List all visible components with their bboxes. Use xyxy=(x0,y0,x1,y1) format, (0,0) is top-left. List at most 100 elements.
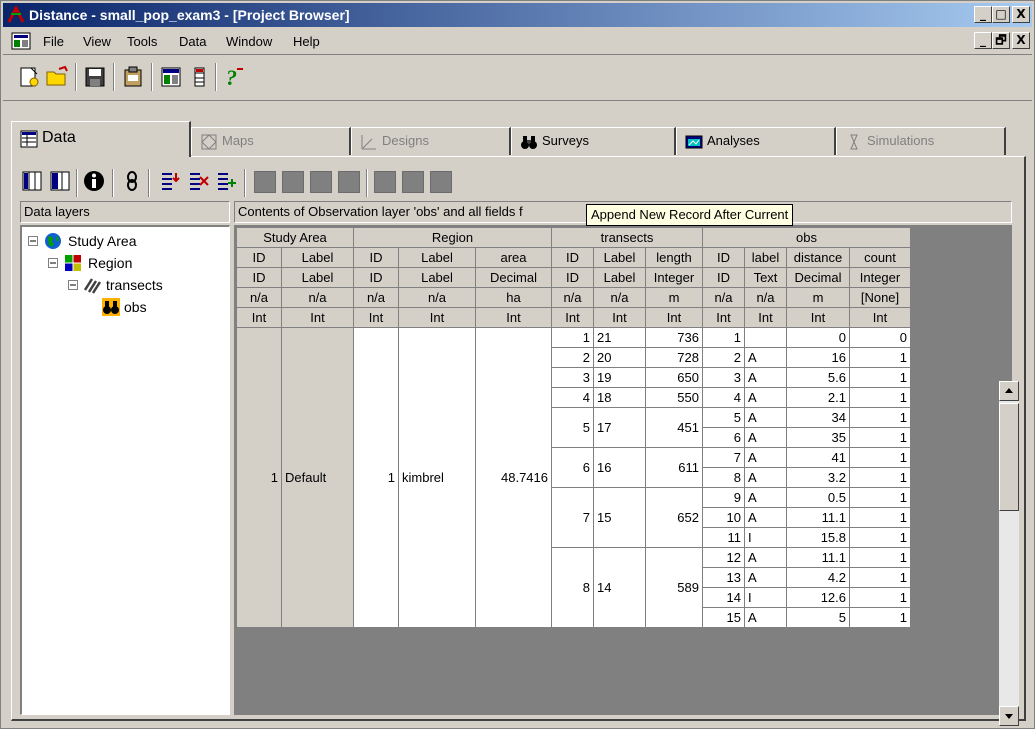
transect-length-cell[interactable]: 451 xyxy=(645,407,703,448)
obs-count-cell[interactable]: 1 xyxy=(849,487,911,508)
transect-label-cell[interactable]: 21 xyxy=(593,327,646,348)
region-area-cell[interactable]: 48.7416 xyxy=(475,327,552,628)
units-header[interactable]: m xyxy=(786,287,850,308)
obs-label-cell[interactable]: I xyxy=(744,587,787,608)
group-header[interactable]: Study Area xyxy=(236,227,354,248)
obs-label-cell[interactable]: A xyxy=(744,507,787,528)
units-header[interactable]: n/a xyxy=(398,287,476,308)
disabled-tool-button[interactable] xyxy=(310,171,332,193)
transect-label-cell[interactable]: 19 xyxy=(593,367,646,388)
field-type-header[interactable]: ID xyxy=(353,267,399,288)
menu-file[interactable]: File xyxy=(43,34,64,49)
transect-id-cell[interactable]: 6 xyxy=(551,447,594,488)
disabled-tool-button[interactable] xyxy=(282,171,304,193)
obs-id-cell[interactable]: 5 xyxy=(702,407,745,428)
units-header[interactable]: n/a xyxy=(702,287,745,308)
doc-restore-button[interactable]: 🗗 xyxy=(992,32,1010,49)
obs-id-cell[interactable]: 9 xyxy=(702,487,745,508)
field-name-header[interactable]: area xyxy=(475,247,552,268)
view-single-column-icon[interactable] xyxy=(20,169,44,193)
transect-label-cell[interactable]: 20 xyxy=(593,347,646,368)
units-header[interactable]: ha xyxy=(475,287,552,308)
transect-label-cell[interactable]: 14 xyxy=(593,547,646,628)
obs-count-cell[interactable]: 0 xyxy=(849,327,911,348)
transect-id-cell[interactable]: 2 xyxy=(551,347,594,368)
document-icon[interactable] xyxy=(11,32,31,50)
transect-length-cell[interactable]: 550 xyxy=(645,387,703,408)
field-type-header[interactable]: Integer xyxy=(849,267,911,288)
format-header[interactable]: Int xyxy=(849,307,911,328)
obs-id-cell[interactable]: 11 xyxy=(702,527,745,548)
obs-id-cell[interactable]: 10 xyxy=(702,507,745,528)
format-header[interactable]: Int xyxy=(475,307,552,328)
tab-data[interactable]: Data xyxy=(11,121,191,157)
obs-count-cell[interactable]: 1 xyxy=(849,367,911,388)
obs-label-cell[interactable]: A xyxy=(744,487,787,508)
field-name-header[interactable]: distance xyxy=(786,247,850,268)
field-name-header[interactable]: count xyxy=(849,247,911,268)
field-type-header[interactable]: Text xyxy=(744,267,787,288)
info-icon[interactable] xyxy=(82,169,106,193)
study-area-label-cell[interactable]: Default xyxy=(281,327,354,628)
field-type-header[interactable]: Decimal xyxy=(786,267,850,288)
field-name-header[interactable]: label xyxy=(744,247,787,268)
obs-id-cell[interactable]: 1 xyxy=(702,327,745,348)
field-type-header[interactable]: Integer xyxy=(645,267,703,288)
obs-label-cell[interactable]: I xyxy=(744,527,787,548)
tab-surveys[interactable]: Surveys xyxy=(511,127,676,155)
obs-distance-cell[interactable]: 0 xyxy=(786,327,850,348)
transect-id-cell[interactable]: 5 xyxy=(551,407,594,448)
units-header[interactable]: n/a xyxy=(744,287,787,308)
doc-close-button[interactable]: X xyxy=(1012,32,1030,49)
obs-label-cell[interactable]: A xyxy=(744,427,787,448)
format-header[interactable]: Int xyxy=(353,307,399,328)
disabled-tool-button[interactable] xyxy=(430,171,452,193)
menu-help[interactable]: Help xyxy=(293,34,320,49)
obs-id-cell[interactable]: 8 xyxy=(702,467,745,488)
obs-count-cell[interactable]: 1 xyxy=(849,427,911,448)
obs-distance-cell[interactable]: 5.6 xyxy=(786,367,850,388)
obs-distance-cell[interactable]: 2.1 xyxy=(786,387,850,408)
obs-id-cell[interactable]: 13 xyxy=(702,567,745,588)
obs-id-cell[interactable]: 2 xyxy=(702,347,745,368)
field-name-header[interactable]: ID xyxy=(353,247,399,268)
data-columns-icon[interactable] xyxy=(187,65,211,89)
obs-distance-cell[interactable]: 3.2 xyxy=(786,467,850,488)
menu-data[interactable]: Data xyxy=(179,34,206,49)
transect-length-cell[interactable]: 652 xyxy=(645,487,703,548)
doc-minimize-button[interactable]: _ xyxy=(974,32,992,49)
obs-label-cell[interactable]: A xyxy=(744,387,787,408)
transect-label-cell[interactable]: 18 xyxy=(593,387,646,408)
transect-length-cell[interactable]: 736 xyxy=(645,327,703,348)
obs-count-cell[interactable]: 1 xyxy=(849,467,911,488)
menu-view[interactable]: View xyxy=(83,34,111,49)
obs-count-cell[interactable]: 1 xyxy=(849,547,911,568)
obs-label-cell[interactable]: A xyxy=(744,347,787,368)
transect-length-cell[interactable]: 650 xyxy=(645,367,703,388)
group-header[interactable]: obs xyxy=(702,227,911,248)
study-area-id-cell[interactable]: 1 xyxy=(236,327,282,628)
scroll-down-button[interactable] xyxy=(999,706,1019,726)
transect-id-cell[interactable]: 4 xyxy=(551,387,594,408)
obs-label-cell[interactable]: A xyxy=(744,367,787,388)
units-header[interactable]: n/a xyxy=(281,287,354,308)
obs-id-cell[interactable]: 4 xyxy=(702,387,745,408)
menu-tools[interactable]: Tools xyxy=(127,34,157,49)
format-header[interactable]: Int xyxy=(281,307,354,328)
obs-distance-cell[interactable]: 15.8 xyxy=(786,527,850,548)
disabled-tool-button[interactable] xyxy=(254,171,276,193)
obs-distance-cell[interactable]: 34 xyxy=(786,407,850,428)
obs-label-cell[interactable]: A xyxy=(744,607,787,628)
disabled-tool-button[interactable] xyxy=(374,171,396,193)
open-project-icon[interactable] xyxy=(45,65,69,89)
obs-distance-cell[interactable]: 11.1 xyxy=(786,507,850,528)
obs-distance-cell[interactable]: 12.6 xyxy=(786,587,850,608)
obs-id-cell[interactable]: 12 xyxy=(702,547,745,568)
obs-count-cell[interactable]: 1 xyxy=(849,347,911,368)
obs-id-cell[interactable]: 6 xyxy=(702,427,745,448)
minimize-button[interactable]: _ xyxy=(974,6,992,23)
help-icon[interactable]: ? xyxy=(223,65,247,89)
link-icon[interactable] xyxy=(120,169,144,193)
view-split-icon[interactable] xyxy=(48,169,72,193)
format-header[interactable]: Int xyxy=(551,307,594,328)
